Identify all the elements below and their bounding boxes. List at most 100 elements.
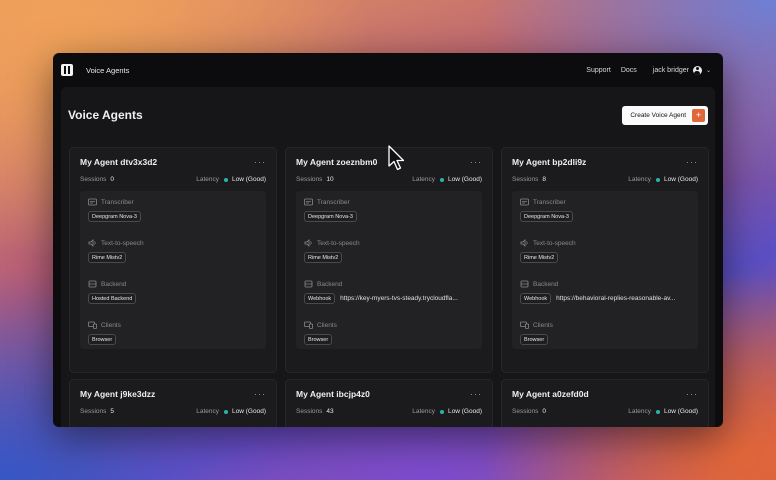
app-title: Voice Agents — [86, 65, 130, 75]
status-dot-icon — [224, 177, 229, 182]
sessions-count: 43 — [326, 408, 334, 415]
user-menu[interactable]: jack bridger ⌄ — [652, 65, 711, 75]
app-window: Voice Agents Support Docs jack bridger ⌄… — [53, 53, 723, 427]
agent-name: My Agent bp2dli9z — [512, 157, 587, 167]
chevron-down-icon: ⌄ — [705, 67, 711, 74]
latency-label: Latency — [412, 176, 436, 183]
tts-label: Text-to-speech — [317, 239, 360, 247]
backend-type-chip[interactable]: Webhook — [520, 293, 552, 304]
more-options-icon[interactable]: ··· — [686, 158, 698, 167]
status-dot-icon — [224, 409, 229, 414]
tts-chip[interactable]: Rime Mistv2 — [304, 252, 343, 263]
speaker-icon — [304, 239, 312, 247]
more-options-icon[interactable]: ··· — [470, 390, 482, 399]
transcriber-chip[interactable]: Deepgram Nova-3 — [520, 211, 573, 222]
client-chip[interactable]: Browser — [520, 334, 549, 345]
status-dot-icon — [656, 177, 661, 182]
transcriber-label: Transcriber — [317, 198, 350, 206]
backend-label: Backend — [317, 280, 343, 288]
sessions-label: Sessions — [512, 176, 539, 183]
agent-config: Transcriber Deepgram Nova-3 Text-to-spee… — [80, 191, 266, 349]
client-chip[interactable]: Browser — [88, 334, 117, 345]
sessions-count: 0 — [110, 176, 114, 183]
sessions-count: 5 — [110, 408, 114, 415]
sessions-label: Sessions — [512, 408, 539, 415]
latency-value: Low (Good) — [664, 176, 698, 183]
sessions-label: Sessions — [296, 408, 323, 415]
more-options-icon[interactable]: ··· — [470, 158, 482, 167]
latency-value: Low (Good) — [448, 408, 482, 415]
latency-label: Latency — [628, 408, 652, 415]
mouse-cursor-icon — [388, 145, 405, 171]
backend-type-chip[interactable]: Hosted Backend — [88, 293, 137, 304]
server-icon — [88, 280, 97, 288]
agent-config: Transcriber Deepgram Nova-3 Text-to-spee… — [296, 191, 482, 349]
more-options-icon[interactable]: ··· — [686, 390, 698, 399]
support-link[interactable]: Support — [586, 67, 611, 74]
latency-label: Latency — [196, 408, 220, 415]
docs-link[interactable]: Docs — [621, 67, 637, 74]
sessions-label: Sessions — [80, 408, 107, 415]
client-chip[interactable]: Browser — [304, 334, 333, 345]
latency-value: Low (Good) — [232, 176, 266, 183]
agent-config: Transcriber Deepgram Nova-3 Text-to-spee… — [512, 191, 698, 349]
transcriber-chip[interactable]: Deepgram Nova-3 — [88, 211, 141, 222]
transcriber-icon — [88, 198, 97, 206]
sessions-count: 10 — [326, 176, 334, 183]
latency-label: Latency — [412, 408, 436, 415]
agent-name: My Agent zoeznbm0 — [296, 157, 378, 167]
agent-card[interactable]: My Agent bp2dli9z ··· Sessions 8 Latency… — [501, 147, 709, 373]
status-dot-icon — [440, 409, 445, 414]
agent-card[interactable]: My Agent ibcjp4z0 ··· Sessions 43 Latenc… — [285, 379, 493, 427]
create-voice-agent-button[interactable]: Create Voice Agent + — [622, 105, 708, 125]
speaker-icon — [520, 239, 528, 247]
backend-type-chip[interactable]: Webhook — [304, 293, 336, 304]
app-logo-icon[interactable] — [61, 64, 73, 76]
sessions-count: 0 — [542, 408, 546, 415]
tts-chip[interactable]: Rime Mistv2 — [88, 252, 127, 263]
page-title: Voice Agents — [68, 108, 143, 122]
clients-icon — [520, 321, 529, 329]
backend-label: Backend — [101, 280, 127, 288]
create-button-label: Create Voice Agent — [630, 111, 686, 119]
sessions-label: Sessions — [80, 176, 107, 183]
avatar-icon — [692, 65, 702, 75]
sessions-count: 8 — [542, 176, 546, 183]
tts-label: Text-to-speech — [533, 239, 576, 247]
latency-label: Latency — [628, 176, 652, 183]
transcriber-chip[interactable]: Deepgram Nova-3 — [304, 211, 357, 222]
backend-url: https://behavioral-replies-reasonable-av… — [556, 295, 676, 302]
agent-name: My Agent a0zefd0d — [512, 389, 589, 399]
latency-value: Low (Good) — [448, 176, 482, 183]
plus-icon: + — [692, 108, 705, 122]
top-nav: Support Docs jack bridger ⌄ — [586, 65, 711, 75]
agent-card[interactable]: My Agent zoeznbm0 ··· Sessions 10 Latenc… — [285, 147, 493, 373]
transcriber-icon — [520, 198, 529, 206]
more-options-icon[interactable]: ··· — [254, 390, 266, 399]
tts-chip[interactable]: Rime Mistv2 — [520, 252, 559, 263]
agent-card[interactable]: My Agent a0zefd0d ··· Sessions 0 Latency… — [501, 379, 709, 427]
user-name: jack bridger — [652, 66, 689, 74]
main-panel: Voice Agents Create Voice Agent + My Age… — [61, 87, 715, 427]
server-icon — [520, 280, 529, 288]
more-options-icon[interactable]: ··· — [254, 158, 266, 167]
clients-label: Clients — [317, 321, 337, 329]
clients-icon — [304, 321, 313, 329]
latency-value: Low (Good) — [664, 408, 698, 415]
transcriber-label: Transcriber — [101, 198, 134, 206]
status-dot-icon — [440, 177, 445, 182]
clients-label: Clients — [533, 321, 553, 329]
backend-label: Backend — [533, 280, 559, 288]
agent-name: My Agent ibcjp4z0 — [296, 389, 370, 399]
agent-card[interactable]: My Agent j9ke3dzz ··· Sessions 5 Latency… — [69, 379, 277, 427]
agent-name: My Agent j9ke3dzz — [80, 389, 156, 399]
latency-label: Latency — [196, 176, 220, 183]
sessions-label: Sessions — [296, 176, 323, 183]
transcriber-label: Transcriber — [533, 198, 566, 206]
clients-label: Clients — [101, 321, 121, 329]
agent-card[interactable]: My Agent dtv3x3d2 ··· Sessions 0 Latency… — [69, 147, 277, 373]
agent-name: My Agent dtv3x3d2 — [80, 157, 158, 167]
page-header: Voice Agents Create Voice Agent + — [61, 87, 715, 143]
speaker-icon — [88, 239, 96, 247]
top-bar: Voice Agents Support Docs jack bridger ⌄ — [53, 53, 723, 87]
